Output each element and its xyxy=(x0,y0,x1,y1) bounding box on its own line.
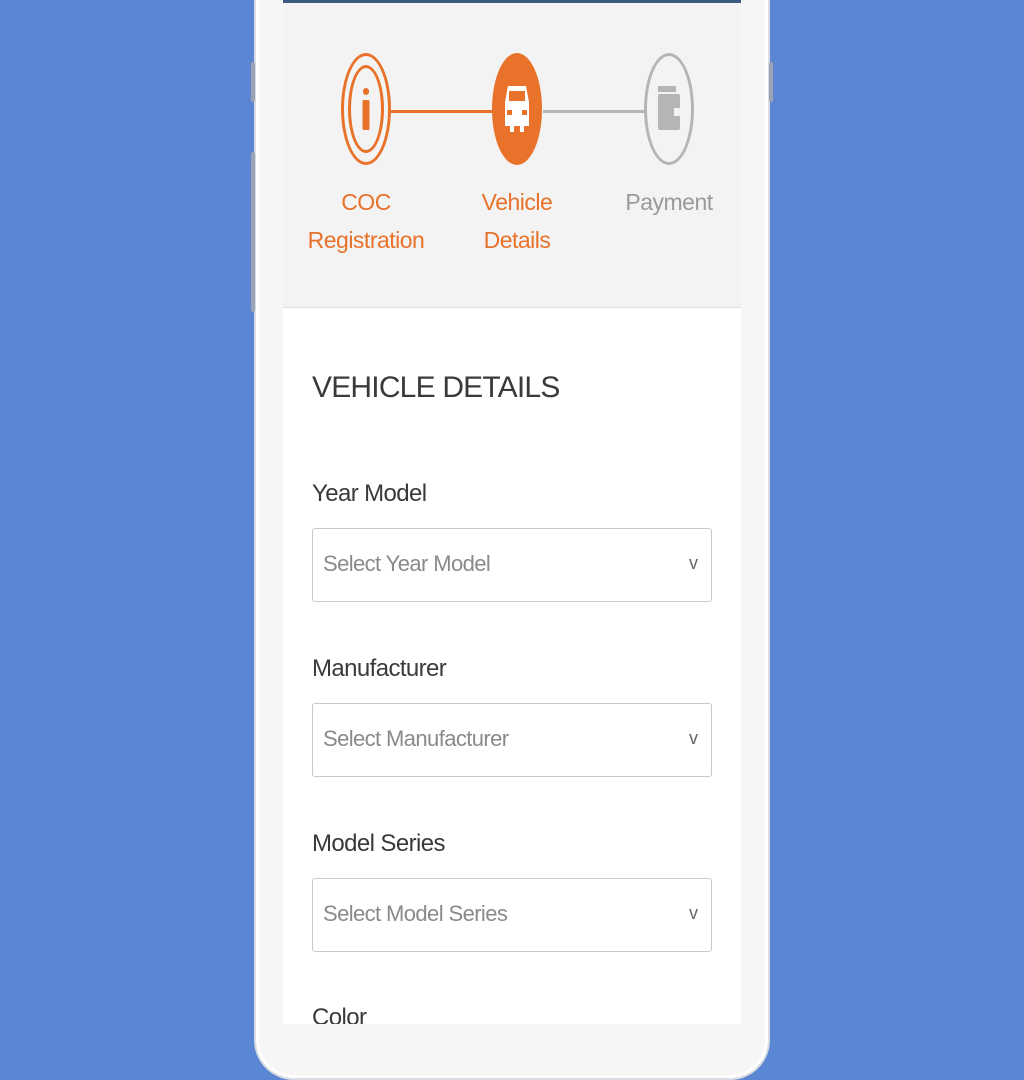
step-label-line2: Registration xyxy=(307,227,425,253)
step-connector-pending xyxy=(543,110,653,113)
year-model-select[interactable]: Select Year Model v xyxy=(312,528,712,602)
step-coc-registration[interactable] xyxy=(341,53,391,165)
volume-button xyxy=(251,152,255,312)
step-payment[interactable] xyxy=(644,53,694,165)
step-label-line1: COC xyxy=(341,189,391,215)
step-label-coc-registration: COC Registration xyxy=(291,183,441,259)
car-icon xyxy=(505,86,529,132)
step-label-line1: Payment xyxy=(625,189,713,215)
manufacturer-select[interactable]: Select Manufacturer v xyxy=(312,703,712,777)
step-connector-completed xyxy=(391,110,501,113)
side-button xyxy=(251,62,255,102)
progress-stepper: COC Registration Vehicle Details Payment xyxy=(283,3,741,308)
model-series-placeholder: Select Model Series xyxy=(323,901,508,926)
manufacturer-label: Manufacturer xyxy=(312,655,447,682)
step-label-line1: Vehicle xyxy=(481,189,553,215)
chevron-down-icon: v xyxy=(689,553,698,573)
page-title: VEHICLE DETAILS xyxy=(312,371,560,404)
wallet-icon xyxy=(658,86,680,130)
manufacturer-placeholder: Select Manufacturer xyxy=(323,726,509,751)
year-model-placeholder: Select Year Model xyxy=(323,551,491,576)
info-icon xyxy=(362,88,370,130)
chevron-down-icon: v xyxy=(689,728,698,748)
power-button xyxy=(769,62,773,102)
info-ring xyxy=(348,65,384,153)
step-label-line2: Details xyxy=(483,227,551,253)
model-series-label: Model Series xyxy=(312,830,445,857)
chevron-down-icon: v xyxy=(689,903,698,923)
color-label: Color xyxy=(312,1004,367,1024)
step-label-vehicle-details: Vehicle Details xyxy=(442,183,592,259)
year-model-label: Year Model xyxy=(312,480,427,507)
model-series-select[interactable]: Select Model Series v xyxy=(312,878,712,952)
step-vehicle-details[interactable] xyxy=(492,53,542,165)
step-label-payment: Payment xyxy=(594,183,741,221)
app-screen: COC Registration Vehicle Details Payment… xyxy=(283,0,741,1024)
